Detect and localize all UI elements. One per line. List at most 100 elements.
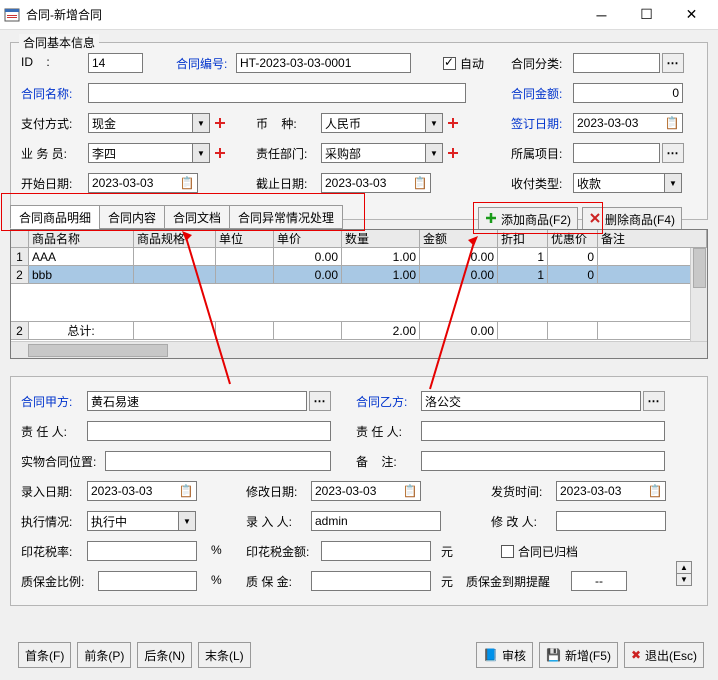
- field-exec-status[interactable]: [87, 511, 179, 531]
- label-start-date: 开始日期:: [21, 175, 72, 192]
- th-qty[interactable]: 数量: [342, 230, 420, 248]
- label-sign-date: 签订日期:: [511, 115, 562, 132]
- project-picker-button[interactable]: ⋯: [662, 143, 684, 163]
- table-row[interactable]: 1 AAA 0.00 1.00 0.00 1 0: [11, 248, 707, 266]
- field-currency[interactable]: [321, 113, 426, 133]
- pay-method-add-icon[interactable]: [212, 115, 228, 131]
- field-entry-by[interactable]: [311, 511, 441, 531]
- close-button[interactable]: ✕: [669, 1, 714, 29]
- check-icon: [501, 545, 514, 558]
- field-person-a[interactable]: [87, 421, 331, 441]
- field-party-b[interactable]: [421, 391, 641, 411]
- label-modify-by: 修 改 人:: [491, 513, 537, 530]
- field-remark[interactable]: [421, 451, 665, 471]
- field-project[interactable]: [573, 143, 660, 163]
- th-disc[interactable]: 折扣: [498, 230, 548, 248]
- dept-dropdown[interactable]: ▼: [425, 143, 443, 163]
- field-modify-date[interactable]: [311, 481, 421, 501]
- exec-status-dropdown[interactable]: ▼: [178, 511, 196, 531]
- field-deposit-amount[interactable]: [311, 571, 431, 591]
- plus-icon: [485, 212, 497, 227]
- exit-icon: ✖: [631, 648, 641, 662]
- scrollbar-v[interactable]: [690, 248, 707, 341]
- currency-dropdown[interactable]: ▼: [425, 113, 443, 133]
- field-salesman[interactable]: [88, 143, 193, 163]
- app-icon: [4, 7, 20, 23]
- label-modify-date: 修改日期:: [246, 483, 297, 500]
- field-receipt-type[interactable]: [573, 173, 665, 193]
- th-name[interactable]: 商品名称: [29, 230, 134, 248]
- label-tax-rate: 印花税率:: [21, 543, 72, 560]
- field-start-date[interactable]: [88, 173, 198, 193]
- tab-docs[interactable]: 合同文档: [164, 205, 230, 229]
- dept-add-icon[interactable]: [445, 145, 461, 161]
- label-receipt-type: 收付类型:: [511, 175, 562, 192]
- chevron-down-icon[interactable]: ▼: [676, 573, 692, 586]
- field-amount[interactable]: [573, 83, 683, 103]
- pay-method-dropdown[interactable]: ▼: [192, 113, 210, 133]
- field-person-b[interactable]: [421, 421, 665, 441]
- exit-button[interactable]: ✖退出(Esc): [624, 642, 704, 668]
- field-contract-no[interactable]: [236, 53, 411, 73]
- maximize-button[interactable]: ☐: [624, 1, 669, 29]
- category-picker-button[interactable]: ⋯: [662, 53, 684, 73]
- field-end-date[interactable]: [321, 173, 431, 193]
- label-pay-method: 支付方式:: [21, 115, 72, 132]
- minimize-button[interactable]: ─: [579, 1, 624, 29]
- tab-exception[interactable]: 合同异常情况处理: [229, 205, 343, 229]
- field-physical[interactable]: [105, 451, 331, 471]
- salesman-add-icon[interactable]: [212, 145, 228, 161]
- checkbox-archived[interactable]: 合同已归档: [501, 543, 578, 560]
- first-button[interactable]: 首条(F): [18, 642, 71, 668]
- last-button[interactable]: 末条(L): [198, 642, 251, 668]
- field-ship-date[interactable]: [556, 481, 666, 501]
- tab-product-detail[interactable]: 合同商品明细: [10, 205, 100, 229]
- label-category: 合同分类:: [511, 55, 562, 72]
- field-dept[interactable]: [321, 143, 426, 163]
- label-remark: 备 注:: [356, 453, 397, 470]
- th-unit[interactable]: 单位: [216, 230, 274, 248]
- new-button[interactable]: 💾新增(F5): [539, 642, 618, 668]
- prev-button[interactable]: 前条(P): [77, 642, 131, 668]
- field-party-a[interactable]: [87, 391, 307, 411]
- field-id[interactable]: [88, 53, 143, 73]
- field-sign-date[interactable]: [573, 113, 683, 133]
- audit-button[interactable]: 📘审核: [476, 642, 533, 668]
- checkbox-auto[interactable]: 自动: [443, 55, 484, 72]
- th-price[interactable]: 单价: [274, 230, 342, 248]
- receipt-type-dropdown[interactable]: ▼: [664, 173, 682, 193]
- field-deposit-remind[interactable]: [571, 571, 627, 591]
- window-title: 合同-新增合同: [26, 6, 579, 23]
- panel-basic-title: 合同基本信息: [19, 34, 99, 51]
- th-spec[interactable]: 商品规格: [134, 230, 216, 248]
- field-tax-amount[interactable]: [321, 541, 431, 561]
- label-deposit-rate: 质保金比例:: [21, 573, 84, 590]
- th-promo[interactable]: 优惠价: [548, 230, 598, 248]
- salesman-dropdown[interactable]: ▼: [192, 143, 210, 163]
- tab-content[interactable]: 合同内容: [99, 205, 165, 229]
- scrollbar-h[interactable]: [11, 341, 707, 358]
- party-b-picker[interactable]: ⋯: [643, 391, 665, 411]
- label-physical: 实物合同位置:: [21, 453, 96, 470]
- field-pay-method[interactable]: [88, 113, 193, 133]
- field-name[interactable]: [88, 83, 466, 103]
- field-deposit-rate[interactable]: [98, 571, 197, 591]
- label-party-a: 合同甲方:: [21, 393, 72, 410]
- add-product-button[interactable]: 添加商品(F2): [478, 207, 578, 231]
- next-button[interactable]: 后条(N): [137, 642, 192, 668]
- field-modify-by[interactable]: [556, 511, 666, 531]
- table-row[interactable]: 2 bbb 0.00 1.00 0.00 1 0: [11, 266, 707, 284]
- label-person-a: 责 任 人:: [21, 423, 67, 440]
- field-tax-rate[interactable]: [87, 541, 197, 561]
- th-note[interactable]: 备注: [598, 230, 707, 248]
- party-a-picker[interactable]: ⋯: [309, 391, 331, 411]
- th-amt[interactable]: 金额: [420, 230, 498, 248]
- tab-bar: 合同商品明细 合同内容 合同文档 合同异常情况处理: [10, 205, 342, 229]
- label-entry-by: 录 入 人:: [246, 513, 292, 530]
- deposit-spinner[interactable]: ▲ ▼: [676, 561, 692, 586]
- del-product-button[interactable]: 删除商品(F4): [582, 207, 682, 231]
- field-entry-date[interactable]: [87, 481, 197, 501]
- field-category[interactable]: [573, 53, 660, 73]
- currency-add-icon[interactable]: [445, 115, 461, 131]
- label-project: 所属项目:: [511, 145, 562, 162]
